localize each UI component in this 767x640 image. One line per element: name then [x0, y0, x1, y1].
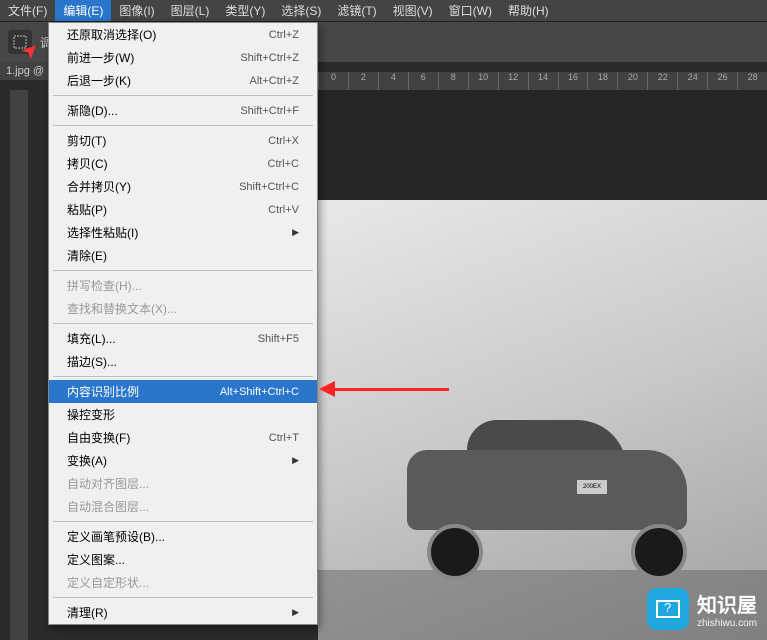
menu-shortcut: Shift+F5: [258, 333, 299, 345]
document-tab[interactable]: 1.jpg @: [0, 62, 50, 80]
vertical-ruler: [10, 90, 28, 640]
menu-item-label: 剪切(T): [67, 132, 106, 149]
menubar-item[interactable]: 图层(L): [163, 0, 218, 21]
submenu-arrow-icon: ▶: [292, 455, 299, 466]
menu-item[interactable]: 合并拷贝(Y) Shift+Ctrl+C: [49, 175, 317, 198]
menu-item-label: 自动混合图层...: [67, 498, 149, 515]
menubar: 文件(F)编辑(E)图像(I)图层(L)类型(Y)选择(S)滤镜(T)视图(V)…: [0, 0, 767, 22]
annotation-arrow-highlight: [319, 381, 449, 397]
menu-item[interactable]: 清理(R) ▶: [49, 601, 317, 624]
menu-item-label: 后退一步(K): [67, 72, 131, 89]
watermark-icon: [647, 588, 689, 630]
car-image: 200EX: [367, 420, 727, 580]
menu-item-label: 还原取消选择(O): [67, 26, 156, 43]
menu-item[interactable]: 内容识别比例 Alt+Shift+Ctrl+C: [49, 380, 317, 403]
watermark-sub: zhishiwu.com: [697, 618, 757, 629]
menu-item-label: 变换(A): [67, 452, 107, 469]
menu-shortcut: Ctrl+T: [269, 432, 299, 444]
image-background: 200EX: [318, 200, 767, 640]
menu-item-label: 粘贴(P): [67, 201, 107, 218]
menu-item[interactable]: 渐隐(D)... Shift+Ctrl+F: [49, 99, 317, 122]
menubar-item[interactable]: 文件(F): [0, 0, 55, 21]
menubar-item[interactable]: 编辑(E): [55, 0, 111, 21]
menu-item-label: 清理(R): [67, 604, 108, 621]
menu-item[interactable]: 拷贝(C) Ctrl+C: [49, 152, 317, 175]
menu-item[interactable]: 操控变形: [49, 403, 317, 426]
menu-item-label: 操控变形: [67, 406, 115, 423]
menu-item[interactable]: 定义图案...: [49, 548, 317, 571]
horizontal-ruler: 0246810121416182022242628: [318, 72, 767, 90]
menu-shortcut: Ctrl+C: [268, 158, 299, 170]
menu-item-label: 定义画笔预设(B)...: [67, 528, 165, 545]
watermark-title: 知识屋: [697, 589, 757, 618]
menu-item[interactable]: 定义画笔预设(B)...: [49, 525, 317, 548]
menu-item-label: 自动对齐图层...: [67, 475, 149, 492]
menu-shortcut: Alt+Ctrl+Z: [249, 75, 299, 87]
menu-item[interactable]: 粘贴(P) Ctrl+V: [49, 198, 317, 221]
canvas-area: 200EX: [318, 90, 767, 640]
menu-item[interactable]: 剪切(T) Ctrl+X: [49, 129, 317, 152]
edit-menu-dropdown: 还原取消选择(O) Ctrl+Z 前进一步(W) Shift+Ctrl+Z 后退一步(K…: [48, 22, 318, 625]
menu-item: 定义自定形状...: [49, 571, 317, 594]
menu-shortcut: Shift+Ctrl+Z: [240, 52, 299, 64]
menu-item[interactable]: 清除(E): [49, 244, 317, 267]
menu-item[interactable]: 前进一步(W) Shift+Ctrl+Z: [49, 46, 317, 69]
menu-item: 拼写检查(H)...: [49, 274, 317, 297]
menu-item[interactable]: 填充(L)... Shift+F5: [49, 327, 317, 350]
menu-item-label: 前进一步(W): [67, 49, 134, 66]
menubar-item[interactable]: 滤镜(T): [329, 0, 384, 21]
submenu-arrow-icon: ▶: [292, 607, 299, 618]
menubar-item[interactable]: 窗口(W): [441, 0, 500, 21]
menu-item-label: 定义图案...: [67, 551, 125, 568]
menu-shortcut: Ctrl+X: [268, 135, 299, 147]
menu-item-label: 查找和替换文本(X)...: [67, 300, 177, 317]
menu-item-label: 描边(S)...: [67, 353, 117, 370]
menu-shortcut: Alt+Shift+Ctrl+C: [220, 386, 299, 398]
menu-item[interactable]: 后退一步(K) Alt+Ctrl+Z: [49, 69, 317, 92]
menu-item-label: 合并拷贝(Y): [67, 178, 131, 195]
menu-item-label: 渐隐(D)...: [67, 102, 118, 119]
submenu-arrow-icon: ▶: [292, 227, 299, 238]
menu-item: 自动对齐图层...: [49, 472, 317, 495]
menu-item[interactable]: 自由变换(F) Ctrl+T: [49, 426, 317, 449]
menu-shortcut: Ctrl+V: [268, 204, 299, 216]
menu-item[interactable]: 变换(A) ▶: [49, 449, 317, 472]
menu-item-label: 填充(L)...: [67, 330, 116, 347]
menu-item[interactable]: 选择性粘贴(I) ▶: [49, 221, 317, 244]
menu-item-label: 自由变换(F): [67, 429, 130, 446]
watermark: 知识屋 zhishiwu.com: [647, 588, 757, 630]
menubar-item[interactable]: 选择(S): [273, 0, 329, 21]
menu-item[interactable]: 还原取消选择(O) Ctrl+Z: [49, 23, 317, 46]
menu-item: 自动混合图层...: [49, 495, 317, 518]
menu-item-label: 内容识别比例: [67, 383, 139, 400]
menu-item[interactable]: 描边(S)...: [49, 350, 317, 373]
menu-shortcut: Ctrl+Z: [269, 29, 299, 41]
menu-shortcut: Shift+Ctrl+C: [239, 181, 299, 193]
menu-item-label: 拷贝(C): [67, 155, 108, 172]
menu-item: 查找和替换文本(X)...: [49, 297, 317, 320]
menubar-item[interactable]: 类型(Y): [217, 0, 273, 21]
menubar-item[interactable]: 帮助(H): [500, 0, 557, 21]
menubar-item[interactable]: 视图(V): [385, 0, 441, 21]
menu-item-label: 选择性粘贴(I): [67, 224, 138, 241]
menu-shortcut: Shift+Ctrl+F: [240, 105, 299, 117]
menu-item-label: 拼写检查(H)...: [67, 277, 142, 294]
menubar-item[interactable]: 图像(I): [111, 0, 162, 21]
menu-item-label: 定义自定形状...: [67, 574, 149, 591]
menu-item-label: 清除(E): [67, 247, 107, 264]
